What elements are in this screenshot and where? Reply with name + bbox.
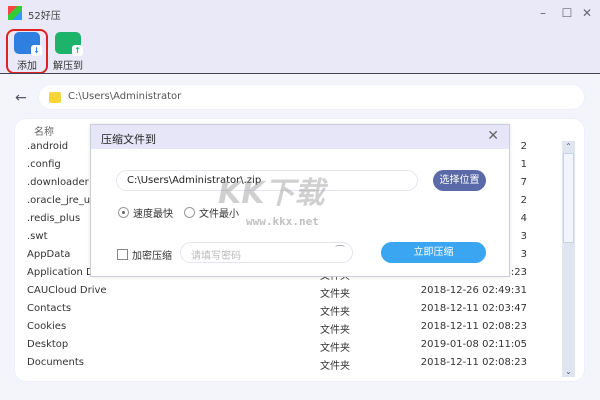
watermark-logo: KK下载 <box>218 176 325 211</box>
path-text: C:\Users\Administrator <box>68 91 182 102</box>
file-type: 文件夹 <box>320 343 350 354</box>
dialog-header: 压缩文件到 ✕ <box>91 125 509 149</box>
file-name: CAUCloud Drive <box>27 285 107 296</box>
dialog-title: 压缩文件到 <box>101 133 156 146</box>
file-date: 1 <box>520 159 527 170</box>
maximize-button[interactable]: ☐ <box>559 5 575 21</box>
file-name: .downloader <box>27 177 89 188</box>
password-input[interactable]: 请填写密码 ⁀ <box>180 242 353 263</box>
close-button[interactable]: ✕ <box>579 5 595 21</box>
watermark-url: www.kkx.net <box>246 215 319 228</box>
minimize-button[interactable]: – <box>535 5 551 21</box>
table-row[interactable]: Contacts 文件夹 2018-12-11 02:03:47 <box>27 301 527 319</box>
scrollbar[interactable]: ⌃ ⌄ <box>562 141 575 377</box>
table-row[interactable]: Documents 文件夹 2018-12-11 02:08:23 <box>27 355 527 373</box>
compress-now-button[interactable]: 立即压缩 <box>381 242 486 263</box>
scroll-up-icon[interactable]: ⌃ <box>562 142 575 151</box>
folder-icon <box>49 92 61 103</box>
app-title: 52好压 <box>28 11 61 22</box>
scroll-thumb[interactable] <box>563 153 574 243</box>
extract-archive-icon: ↑ <box>55 32 83 56</box>
password-placeholder: 请填写密码 <box>191 251 241 262</box>
add-button[interactable]: ↓ 添加 <box>6 30 48 72</box>
file-name: .android <box>27 141 69 152</box>
file-date: 2018-12-11 02:08:23 <box>420 321 527 332</box>
app-logo-icon <box>8 6 22 20</box>
column-header-name[interactable]: 名称 <box>34 123 54 138</box>
scroll-down-icon[interactable]: ⌄ <box>562 367 575 376</box>
file-name: Cookies <box>27 321 67 332</box>
extract-button[interactable]: ↑ 解压到 <box>47 30 89 72</box>
radio-unchecked-icon <box>184 207 195 218</box>
file-date: 7 <box>520 177 527 188</box>
radio-fastest[interactable]: 速度最快 <box>118 205 173 220</box>
file-date: 4 <box>520 213 527 224</box>
encrypt-label: 加密压缩 <box>132 251 172 262</box>
file-date: 3 <box>520 231 527 242</box>
hide-password-icon[interactable]: ⁀ <box>336 246 344 257</box>
file-type: 文件夹 <box>320 307 350 318</box>
file-type: 文件夹 <box>320 325 350 336</box>
file-name: Application Da <box>27 267 100 278</box>
back-arrow-icon[interactable]: ← <box>15 90 27 106</box>
file-name: .redis_plus <box>27 213 81 224</box>
file-name: .swt <box>27 231 48 242</box>
file-name: AppData <box>27 249 71 260</box>
file-date: 2018-12-26 02:49:31 <box>420 285 527 296</box>
radio-checked-icon <box>118 207 129 218</box>
file-date: 2018-12-11 02:03:47 <box>420 303 527 314</box>
file-date: 2018-12-11 02:08:23 <box>420 357 527 368</box>
dialog-close-icon[interactable]: ✕ <box>487 128 499 144</box>
radio-fastest-label: 速度最快 <box>133 209 173 220</box>
table-row[interactable]: Cookies 文件夹 2018-12-11 02:08:23 <box>27 319 527 337</box>
file-type: 文件夹 <box>320 289 350 300</box>
path-bar[interactable]: C:\Users\Administrator <box>38 84 585 110</box>
table-row[interactable]: Desktop 文件夹 2019-01-08 02:11:05 <box>27 337 527 355</box>
checkbox-icon <box>117 249 128 260</box>
file-name: Contacts <box>27 303 72 314</box>
encrypt-checkbox[interactable]: 加密压缩 <box>117 247 172 262</box>
title-bar: 52好压 – ☐ ✕ <box>0 0 600 28</box>
file-name: Documents <box>27 357 85 368</box>
file-name: Desktop <box>27 339 69 350</box>
file-date: 2 <box>520 195 527 206</box>
add-label: 添加 <box>17 61 37 72</box>
add-archive-icon: ↓ <box>14 32 42 56</box>
extract-label: 解压到 <box>53 61 83 72</box>
table-row[interactable]: CAUCloud Drive 文件夹 2018-12-26 02:49:31 <box>27 283 527 301</box>
file-type: 文件夹 <box>320 361 350 372</box>
file-date: 2019-01-08 02:11:05 <box>420 339 527 350</box>
choose-location-button[interactable]: 选择位置 <box>433 170 486 191</box>
file-name: .config <box>27 159 61 170</box>
file-date: 2 <box>520 141 527 152</box>
file-date: 3 <box>520 249 527 260</box>
